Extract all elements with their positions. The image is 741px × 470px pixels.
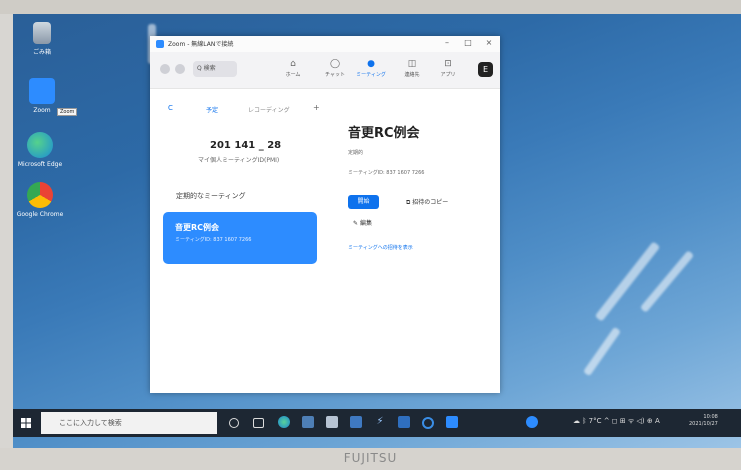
tab-contacts[interactable]: ◫ 連絡先 bbox=[397, 59, 427, 78]
minimize-button[interactable]: – bbox=[440, 38, 454, 47]
apps-icon: ⊡ bbox=[444, 59, 452, 69]
taskbar-search-input[interactable]: ここに入力して検索 bbox=[41, 412, 217, 434]
tab-label: ミーティング bbox=[356, 72, 386, 78]
chat-icon: ◯ bbox=[329, 59, 341, 69]
desktop-icon-label: ごみ箱 bbox=[32, 49, 51, 56]
desktop-icon-edge[interactable]: Microsoft Edge bbox=[15, 132, 65, 168]
tab-label: チャット bbox=[325, 72, 345, 78]
title-bar: Zoom - 無線LANで接続 – □ × bbox=[150, 36, 500, 52]
tab-chat[interactable]: ◯ チャット bbox=[320, 59, 350, 78]
meeting-id: ミーティングID: 837 1607 7266 bbox=[348, 170, 425, 176]
zoom-taskbar-icon[interactable] bbox=[446, 416, 458, 428]
window-title: Zoom - 無線LANで接続 bbox=[168, 41, 234, 48]
clock-date: 2021/10/27 bbox=[689, 421, 718, 427]
zoom-tooltip: Zoom bbox=[57, 108, 78, 116]
edge-icon bbox=[27, 132, 53, 158]
cortana-icon[interactable] bbox=[229, 418, 239, 428]
pmi-number: 201 141 _ 28 bbox=[210, 140, 282, 151]
meeting-type: 定期的 bbox=[348, 150, 364, 156]
pmi-label: マイ個人ミーティングID(PMI) bbox=[198, 157, 280, 164]
copy-invitation-label: 招待のコピー bbox=[412, 199, 449, 206]
meeting-card-title: 音更RC例会 bbox=[175, 223, 220, 232]
brand-logo: FUJITSU bbox=[343, 451, 398, 465]
tab-apps[interactable]: ⊡ アプリ bbox=[433, 59, 463, 78]
copy-invitation-button[interactable]: ⧉ 招待のコピー bbox=[406, 197, 448, 207]
zoom-window: Zoom - 無線LANで接続 – □ × Q 検索 ⌂ ホーム ◯ チャット … bbox=[150, 36, 500, 393]
tab-home[interactable]: ⌂ ホーム bbox=[278, 59, 308, 78]
recycle-bin-icon bbox=[33, 22, 51, 44]
light-reflection bbox=[582, 326, 622, 377]
meeting-list-item[interactable]: 音更RC例会 ミーティングID: 837 1607 7266 bbox=[163, 212, 317, 264]
zoom-app-icon bbox=[156, 40, 164, 48]
taskbar-clock[interactable]: 10:08 2021/10/27 bbox=[689, 414, 718, 428]
lock-icon[interactable] bbox=[326, 416, 338, 428]
home-icon: ⌂ bbox=[290, 59, 296, 69]
power-icon[interactable]: ⚡ bbox=[374, 416, 386, 428]
back-icon[interactable] bbox=[160, 64, 170, 74]
start-button[interactable]: 開始 bbox=[348, 195, 379, 209]
mail-icon[interactable] bbox=[350, 416, 362, 428]
refresh-icon[interactable]: C bbox=[168, 104, 173, 112]
monitor-bezel-top bbox=[0, 0, 741, 14]
forward-icon[interactable] bbox=[175, 64, 185, 74]
edge-taskbar-icon[interactable] bbox=[278, 416, 290, 428]
tab-recordings[interactable]: レコーディング bbox=[248, 105, 290, 114]
recurring-heading: 定期的なミーティング bbox=[176, 192, 246, 200]
tab-meetings[interactable]: ● ミーティング bbox=[356, 59, 386, 78]
maximize-button[interactable]: □ bbox=[461, 38, 475, 47]
edit-button[interactable]: ✎ 編集 bbox=[353, 218, 372, 227]
close-button[interactable]: × bbox=[482, 38, 496, 47]
task-view-icon[interactable] bbox=[253, 418, 264, 428]
tab-label: アプリ bbox=[440, 72, 456, 78]
tab-label: ホーム bbox=[285, 72, 301, 78]
desktop-icon-chrome[interactable]: Google Chrome bbox=[15, 182, 65, 218]
weather-icon[interactable] bbox=[526, 416, 538, 428]
clock-time: 10:08 bbox=[703, 414, 718, 420]
main-toolbar: Q 検索 ⌂ ホーム ◯ チャット ● ミーティング ◫ 連絡先 ⊡ アプリ E bbox=[150, 52, 500, 89]
search-input[interactable]: Q 検索 bbox=[193, 61, 237, 77]
add-meeting-icon[interactable]: + bbox=[313, 103, 320, 112]
taskbar: ここに入力して検索 ⚡ ☁ ᛒ 7°C ^ ◻ ⊞ ᯤ ◁) ⊕ A 10:08… bbox=[13, 409, 741, 437]
pencil-icon: ✎ bbox=[353, 220, 360, 227]
chrome-icon bbox=[27, 182, 53, 208]
meeting-card-id: ミーティングID: 837 1607 7266 bbox=[175, 237, 252, 243]
system-tray[interactable]: ☁ ᛒ 7°C ^ ◻ ⊞ ᯤ ◁) ⊕ A bbox=[573, 417, 660, 426]
edit-label: 編集 bbox=[359, 220, 372, 227]
desktop-screen: ごみ箱 Zoom Microsoft Edge Google Chrome Zo… bbox=[13, 14, 741, 448]
contacts-icon: ◫ bbox=[407, 59, 417, 69]
light-reflection bbox=[594, 241, 661, 322]
clock-icon: ● bbox=[367, 59, 375, 69]
desktop-icon-recycle-bin[interactable]: ごみ箱 bbox=[19, 22, 65, 56]
app-icon[interactable] bbox=[398, 416, 410, 428]
tab-label: 連絡先 bbox=[404, 72, 420, 78]
meeting-title: 音更RC例会 bbox=[348, 126, 420, 141]
zoom-icon bbox=[29, 78, 55, 104]
store-icon[interactable] bbox=[302, 416, 314, 428]
windows-start-icon[interactable] bbox=[21, 418, 31, 428]
desktop-icon-label: Google Chrome bbox=[16, 211, 64, 218]
desktop-icon-label: Microsoft Edge bbox=[17, 161, 63, 168]
show-invitation-link[interactable]: ミーティングへの招待を表示 bbox=[348, 244, 413, 251]
ie-icon[interactable] bbox=[422, 417, 434, 429]
avatar[interactable]: E bbox=[478, 62, 493, 77]
tab-upcoming[interactable]: 予定 bbox=[206, 105, 218, 114]
